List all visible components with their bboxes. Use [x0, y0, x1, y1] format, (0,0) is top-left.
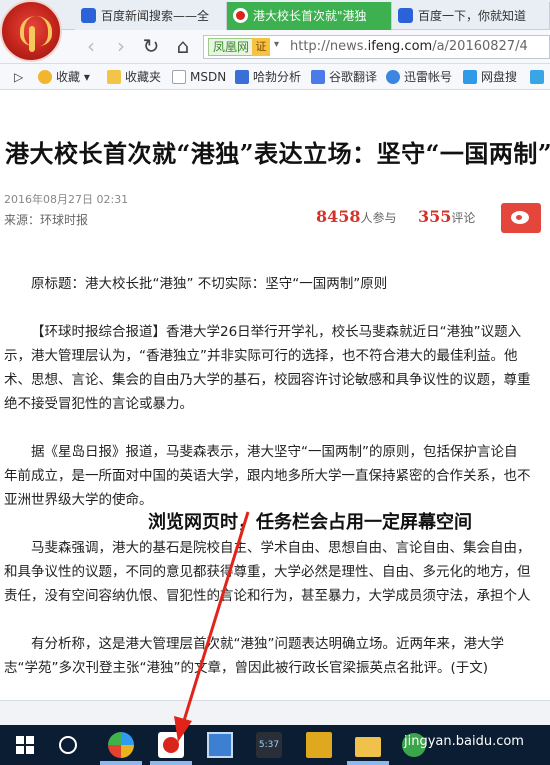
article-paragraph: 原标题：港大校长批“港独” 不切实际：坚守“一国两制”原则	[31, 276, 388, 292]
xunlei-icon	[386, 70, 400, 84]
webpage-content: 港大校长首次就“港独”表达立场：坚守“一国两制” 2016年08月27日 02:…	[0, 90, 550, 700]
tab-title: 港大校长首次就"港独	[253, 9, 367, 23]
bookmark-wangpan[interactable]: 网盘搜	[463, 68, 517, 86]
home-button[interactable]: ⌂	[172, 36, 194, 58]
address-bar[interactable]: 凤凰网 证 ▾ http://news.ifeng.com/a/20160827…	[203, 35, 550, 59]
ifeng-app-icon[interactable]	[158, 732, 184, 758]
windows-start-icon[interactable]	[13, 732, 39, 758]
computer-icon[interactable]	[207, 732, 233, 758]
bookmark-google-translate[interactable]: 谷歌翻译	[311, 68, 377, 86]
star-icon	[38, 70, 52, 84]
annotation-caption: 浏览网页时，任务栏会占用一定屏幕空间	[148, 512, 472, 533]
bookmark-favorites-menu[interactable]: 收藏 ▾	[38, 68, 90, 86]
tab-title: 百度新闻搜索——全	[101, 9, 210, 23]
article-paragraph: 【环球时报综合报道】香港大学26日举行开学礼，校长马斐森就近日“港独”议题入 示…	[4, 324, 531, 412]
article-paragraph: 据《星岛日报》报道，马斐森表示，港大坚守“一国两制”的原则，包括保护言论自 年前…	[4, 444, 531, 508]
file-explorer-icon[interactable]	[355, 737, 381, 757]
navigation-bar: ‹ › ↻ ⌂ 凤凰网 证 ▾ http://news.ifeng.com/a/…	[0, 30, 550, 64]
ifeng-icon	[233, 8, 248, 23]
app-icon	[530, 70, 544, 84]
tab-baidu-search[interactable]: 百度一下，你就知道	[392, 2, 550, 30]
article-headline: 港大校长首次就“港独”表达立场：坚守“一国两制”	[5, 139, 550, 168]
browser-status-bar	[0, 700, 550, 725]
translate-icon	[311, 70, 325, 84]
page-icon	[172, 70, 186, 84]
browser-360-icon[interactable]	[108, 732, 134, 758]
bookmark-xunlei[interactable]: 迅雷帐号	[386, 68, 452, 86]
clock-app-icon[interactable]: 5:37	[256, 732, 282, 758]
back-button[interactable]: ‹	[80, 36, 102, 58]
bookmark-hubble[interactable]: 哈勃分析	[235, 68, 301, 86]
folder-icon	[107, 70, 121, 84]
site-identity-badge[interactable]: 凤凰网	[208, 38, 255, 56]
url-text[interactable]: http://news.ifeng.com/a/20160827/4	[290, 39, 528, 54]
tab-bar: 百度新闻搜索——全 港大校长首次就"港独 百度一下，你就知道	[0, 0, 550, 30]
bookmarks-expand-button[interactable]: ▷	[6, 68, 23, 86]
reload-button[interactable]: ↻	[140, 36, 162, 58]
bookmarks-bar: ▷ 收藏 ▾ 收藏夹 MSDN 哈勃分析 谷歌翻译 迅雷帐号 网盘搜	[0, 64, 550, 90]
article-source[interactable]: 来源：环球时报	[4, 211, 88, 228]
bookmark-msdn[interactable]: MSDN	[172, 68, 226, 86]
forward-button[interactable]: ›	[110, 36, 132, 58]
taskbar-active-indicator	[347, 761, 389, 765]
tab-title: 百度一下，你就知道	[418, 9, 527, 23]
cloud-icon	[463, 70, 477, 84]
bookmark-more[interactable]	[530, 68, 548, 86]
article-paragraph: 马斐森强调，港大的基石是院校自主、学术自由、思想自由、言论自由、集会自由， 和具…	[4, 540, 531, 604]
tab-baidu-news[interactable]: 百度新闻搜索——全	[75, 2, 227, 30]
baidu-paw-icon	[398, 8, 413, 23]
cortana-search-icon[interactable]	[59, 736, 77, 754]
archive-app-icon[interactable]	[306, 732, 332, 758]
shield-icon	[235, 70, 249, 84]
article-date: 2016年08月27日 02:31	[4, 193, 129, 206]
chevron-down-icon[interactable]: ▾	[274, 39, 279, 50]
tab-ifeng-article-active[interactable]: 港大校长首次就"港独	[227, 2, 392, 30]
watermark: jingyan.baidu.com	[404, 734, 524, 749]
baidu-paw-icon	[81, 8, 96, 23]
comments-count[interactable]: 355评论	[418, 207, 475, 226]
certificate-icon[interactable]: 证	[252, 38, 270, 56]
taskbar-active-indicator	[150, 761, 192, 765]
participants-count[interactable]: 8458人参与	[316, 207, 397, 226]
weibo-share-button[interactable]	[501, 203, 541, 233]
bookmark-folder[interactable]: 收藏夹	[107, 68, 161, 86]
browser-avatar-logo[interactable]	[0, 0, 62, 62]
article-paragraph: 有分析称，这是港大管理层首次就“港独”问题表达明确立场。近两年来，港大学 志“学…	[4, 636, 504, 676]
taskbar-active-indicator	[100, 761, 142, 765]
